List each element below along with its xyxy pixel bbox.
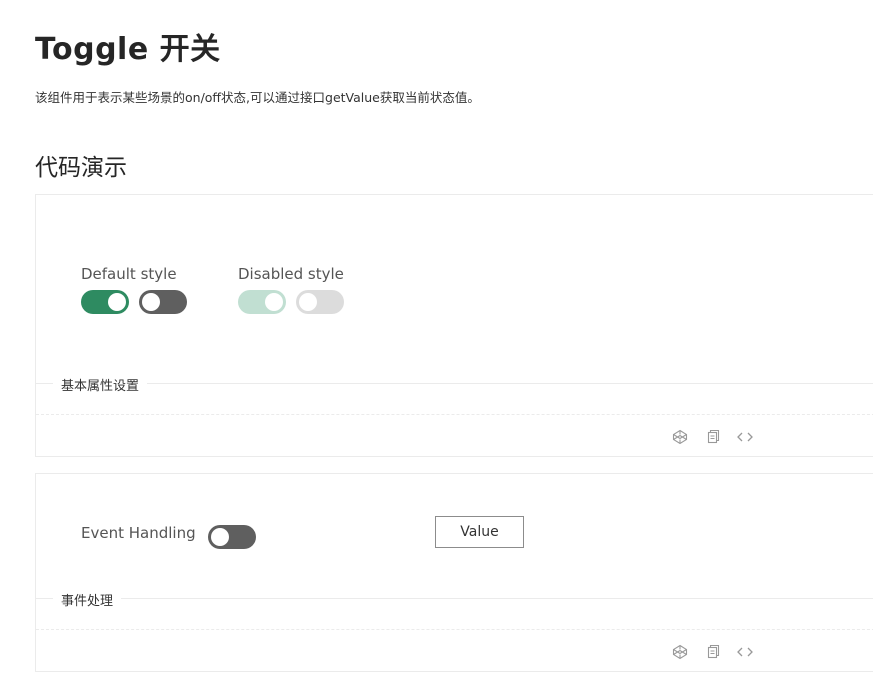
- meta-dashed-divider: [36, 629, 873, 630]
- page-title: Toggle 开关: [35, 32, 221, 67]
- code-actions: [672, 429, 762, 445]
- default-toggle-on[interactable]: [81, 290, 129, 314]
- meta-divider: [36, 383, 873, 384]
- toggle-knob: [299, 293, 317, 311]
- toggle-knob: [108, 293, 126, 311]
- disabled-style-label: Disabled style: [238, 265, 344, 283]
- meta-title: 基本属性设置: [53, 375, 148, 394]
- toggle-knob: [211, 528, 229, 546]
- demo-card-events: Event Handling Value 事件处理: [35, 473, 873, 672]
- toggle-knob: [142, 293, 160, 311]
- copy-icon[interactable]: [705, 429, 721, 445]
- toggle-knob: [265, 293, 283, 311]
- meta-dashed-divider: [36, 414, 873, 415]
- default-style-label: Default style: [81, 265, 177, 283]
- demo-card-basic: Default style Disabled style 基本属性设置: [35, 194, 873, 457]
- meta-divider: [36, 598, 873, 599]
- default-toggle-off[interactable]: [139, 290, 187, 314]
- event-toggle[interactable]: [208, 525, 256, 549]
- section-title: 代码演示: [35, 155, 127, 181]
- codepen-icon[interactable]: [672, 429, 688, 445]
- code-icon[interactable]: [736, 644, 753, 660]
- codepen-icon[interactable]: [672, 644, 688, 660]
- copy-icon[interactable]: [705, 644, 721, 660]
- disabled-toggle-on: [238, 290, 286, 314]
- page-description: 该组件用于表示某些场景的on/off状态,可以通过接口getValue获取当前状…: [35, 90, 480, 105]
- page: Toggle 开关 该组件用于表示某些场景的on/off状态,可以通过接口get…: [0, 0, 873, 694]
- event-handling-label: Event Handling: [81, 524, 196, 542]
- code-icon[interactable]: [736, 429, 753, 445]
- code-actions: [672, 644, 762, 660]
- value-button[interactable]: Value: [435, 516, 524, 548]
- disabled-toggle-off: [296, 290, 344, 314]
- meta-title: 事件处理: [53, 590, 122, 609]
